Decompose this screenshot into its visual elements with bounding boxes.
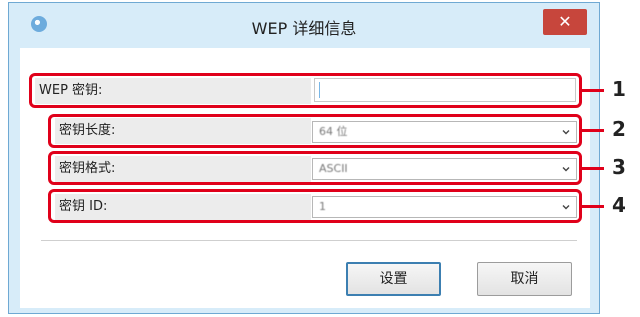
dialog-title: WEP 详细信息 xyxy=(251,19,357,38)
callout-number-2: 2 xyxy=(612,117,626,141)
close-icon: ✕ xyxy=(558,12,572,31)
callout-line-1 xyxy=(582,89,604,92)
highlight-box-4 xyxy=(48,189,582,223)
callout-number-1: 1 xyxy=(612,77,626,101)
highlight-box-2 xyxy=(48,114,582,148)
callout-number-4: 4 xyxy=(612,193,626,217)
callout-line-3 xyxy=(582,167,604,170)
callout-line-2 xyxy=(582,129,604,132)
separator xyxy=(41,240,577,241)
highlight-box-1 xyxy=(29,73,582,108)
cancel-button[interactable]: 取消 xyxy=(477,262,572,296)
set-button[interactable]: 设置 xyxy=(346,262,441,296)
close-button[interactable]: ✕ xyxy=(543,9,587,35)
highlight-box-3 xyxy=(48,151,582,185)
title-bar: WEP 详细信息 ✕ xyxy=(9,3,599,49)
callout-line-4 xyxy=(582,205,604,208)
callout-number-3: 3 xyxy=(612,155,626,179)
